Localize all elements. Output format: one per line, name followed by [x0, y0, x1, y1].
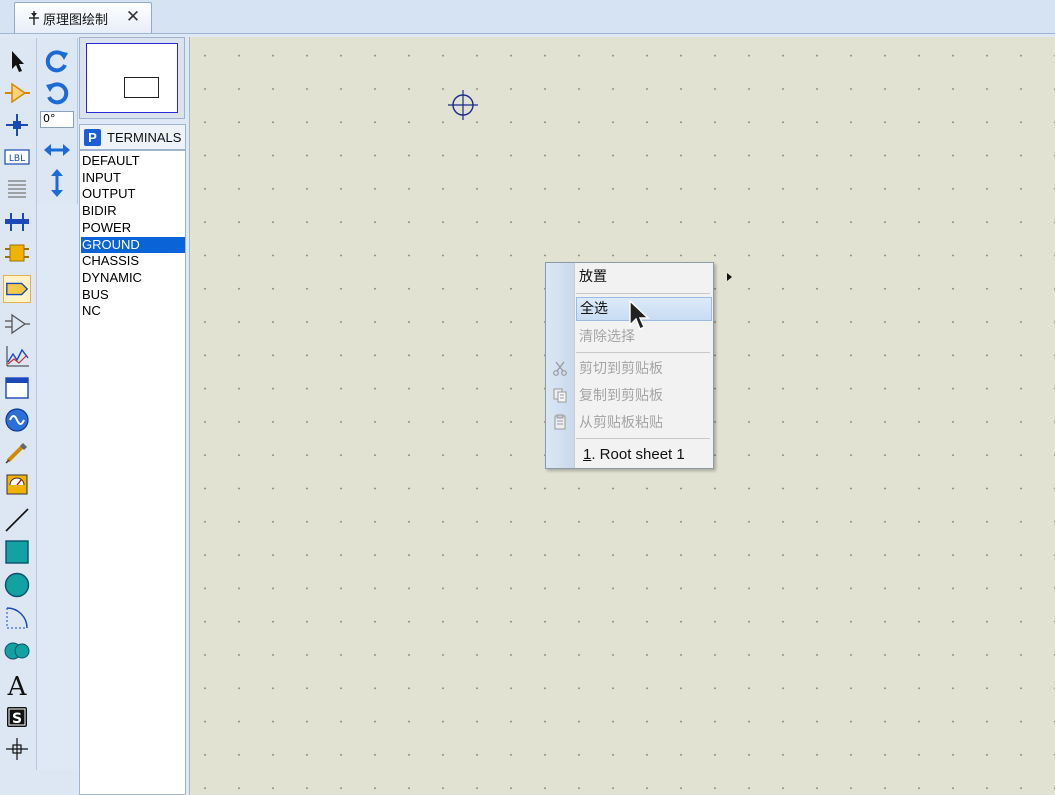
scissors-icon — [553, 361, 567, 376]
list-item-power[interactable]: POWER — [81, 220, 185, 236]
text-icon[interactable]: A — [3, 670, 31, 698]
menu-separator — [576, 438, 710, 439]
svg-text:S: S — [12, 711, 22, 727]
close-icon[interactable]: ✕ — [124, 8, 142, 26]
overview-window[interactable] — [79, 37, 185, 119]
rotate-clockwise-icon[interactable] — [43, 48, 71, 76]
tab-bar: 原理图绘制 ✕ — [0, 0, 1055, 34]
origin-marker-icon — [448, 90, 478, 120]
mouse-cursor-icon — [629, 300, 650, 330]
voltage-probe-icon[interactable] — [3, 438, 31, 466]
circle-icon[interactable] — [3, 571, 31, 599]
tab-schematic-capture[interactable]: 原理图绘制 ✕ — [14, 2, 152, 33]
bus-icon[interactable] — [3, 207, 31, 235]
list-item-dynamic[interactable]: DYNAMIC — [81, 270, 185, 286]
paste-icon — [554, 414, 566, 430]
menu-item-place-label: 放置 — [579, 269, 607, 285]
svg-text:LBL: LBL — [9, 154, 25, 164]
tape-recorder-icon[interactable] — [3, 374, 31, 402]
selection-mode-icon[interactable] — [3, 47, 31, 75]
menu-item-copy-label: 复制到剪贴板 — [579, 388, 663, 404]
overview-sheet[interactable] — [86, 43, 178, 113]
arc-icon[interactable] — [3, 604, 31, 632]
menu-item-copy[interactable]: 复制到剪贴板 — [576, 384, 712, 408]
list-item-default[interactable]: DEFAULT — [81, 153, 185, 169]
list-item-chassis[interactable]: CHASSIS — [81, 253, 185, 269]
rotate-anticlockwise-icon[interactable] — [43, 80, 71, 108]
component-mode-icon[interactable] — [3, 79, 31, 107]
pick-devices-button[interactable]: P — [84, 129, 101, 146]
status-strip — [0, 770, 77, 795]
terminals-list[interactable]: DEFAULT INPUT OUTPUT BIDIR POWER GROUND … — [79, 150, 186, 795]
device-pin-icon[interactable] — [3, 310, 31, 338]
terminals-mode-icon[interactable] — [3, 275, 31, 303]
menu-separator — [576, 352, 710, 353]
terminals-header: P TERMINALS — [79, 124, 186, 150]
overview-viewport — [124, 77, 159, 98]
virtual-instrument-icon[interactable] — [3, 470, 31, 498]
menu-item-clear-selection-label: 清除选择 — [579, 329, 635, 345]
mirror-horizontal-icon[interactable] — [43, 140, 71, 160]
box-icon[interactable] — [3, 538, 31, 566]
tab-label: 原理图绘制 — [43, 13, 109, 28]
list-item-bus[interactable]: BUS — [81, 287, 185, 303]
subcircuit-icon[interactable] — [3, 239, 31, 267]
terminals-title: TERMINALS — [107, 130, 182, 145]
path-icon[interactable] — [3, 636, 31, 664]
rotation-angle-input[interactable]: 0° — [40, 111, 74, 128]
list-item-ground[interactable]: GROUND — [81, 237, 185, 253]
mode-toolbar: LBL A S — [0, 38, 37, 770]
list-item-input[interactable]: INPUT — [81, 170, 185, 186]
list-item-bidir[interactable]: BIDIR — [81, 203, 185, 219]
list-item-nc[interactable]: NC — [81, 303, 185, 319]
mirror-vertical-icon[interactable] — [47, 168, 67, 198]
svg-text:A: A — [7, 672, 28, 698]
menu-item-root-sheet[interactable]: 1. Root sheet 1 — [576, 443, 712, 467]
submenu-arrow-icon — [727, 273, 732, 281]
menu-item-place[interactable]: 放置 — [576, 265, 732, 289]
copy-icon — [553, 388, 567, 403]
line-icon[interactable] — [3, 506, 31, 534]
menu-item-root-sheet-label: . Root sheet 1 — [591, 446, 685, 463]
menu-separator — [576, 293, 710, 294]
graph-icon[interactable] — [3, 342, 31, 370]
marker-icon[interactable] — [3, 735, 31, 763]
text-script-icon[interactable] — [3, 175, 31, 203]
context-menu: 放置 全选 清除选择 剪切到剪贴板 复制到剪贴板 从剪贴板粘贴 1. Root … — [545, 262, 732, 469]
menu-item-select-all-label: 全选 — [580, 301, 608, 317]
wire-label-icon[interactable]: LBL — [3, 143, 31, 171]
menu-item-cut-label: 剪切到剪贴板 — [579, 361, 663, 377]
list-item-output[interactable]: OUTPUT — [81, 186, 185, 202]
symbol-icon[interactable]: S — [3, 703, 31, 731]
menu-item-paste[interactable]: 从剪贴板粘贴 — [576, 411, 712, 435]
menu-item-cut[interactable]: 剪切到剪贴板 — [576, 357, 712, 381]
schematic-icon — [29, 11, 39, 25]
menu-item-paste-label: 从剪贴板粘贴 — [579, 415, 663, 431]
generator-icon[interactable] — [3, 406, 31, 434]
junction-dot-icon[interactable] — [3, 111, 31, 139]
